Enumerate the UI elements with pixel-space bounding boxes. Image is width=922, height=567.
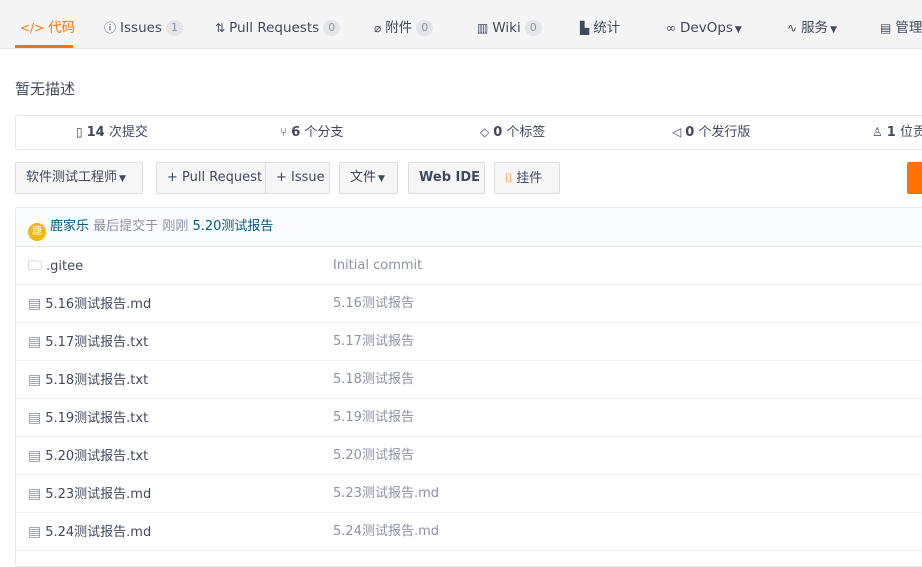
caret-down-icon: ▼ [830, 25, 837, 35]
tab-attachments[interactable]: ⌀ 附件 0 [374, 0, 434, 48]
caret-down-icon: ▼ [378, 174, 385, 184]
paperclip-icon: ⌀ [374, 21, 382, 35]
file-row: ▤ 5.24测试报告.md 5.24测试报告.md [16, 513, 922, 551]
tag-icon: ◇ [480, 125, 490, 139]
file-row: ▤ 5.18测试报告.txt 5.18测试报告 [16, 361, 922, 399]
file-icon: ▤ [28, 296, 42, 312]
file-row: ▤ 5.23测试报告.md 5.23测试报告.md [16, 475, 922, 513]
tab-services[interactable]: ∿ 服务 ▼ [787, 0, 837, 48]
file-menu-button[interactable]: 文件 ▼ [339, 162, 398, 194]
file-commit-message[interactable]: 5.18测试报告 [333, 361, 414, 399]
infinity-icon: ∞ [666, 21, 676, 35]
book-icon: ▥ [477, 21, 489, 35]
pulse-icon: ∿ [787, 21, 798, 35]
file-commit-message[interactable]: 5.20测试报告 [333, 437, 414, 475]
file-icon: ▤ [28, 448, 42, 464]
file-name-link[interactable]: ▤ 5.18测试报告.txt [28, 361, 148, 400]
file-row: ▤ 5.20测试报告.txt 5.20测试报告 [16, 437, 922, 475]
stat-tags[interactable]: ◇ 0 个标签 [480, 116, 545, 149]
tab-stats[interactable]: ▙ 统计 [580, 0, 620, 48]
pull-request-icon: ⇅ [215, 21, 226, 35]
tab-pull-requests[interactable]: ⇅ Pull Requests 0 [215, 0, 341, 48]
code-icon: </> [20, 21, 45, 35]
settings-doc-icon: ▤ [880, 21, 892, 35]
send-icon: ◁ [672, 125, 682, 139]
file-name-link[interactable]: ▤ 5.20测试报告.txt [28, 437, 148, 476]
file-commit-message[interactable]: 5.24测试报告.md [333, 513, 439, 551]
tab-devops[interactable]: ∞ DevOps ▼ [666, 0, 742, 48]
bookmark-icon: ⌷ [505, 171, 513, 185]
widget-button[interactable]: ⌷ 挂件 [494, 162, 560, 194]
file-list: 鹿鹿家乐 最后提交于 刚刚 5.20测试报告 🗀 .gitee Initial co… [15, 207, 922, 567]
clone-download-button[interactable] [907, 162, 922, 194]
branch-select[interactable]: 软件测试工程师 ▼ [15, 162, 143, 194]
tab-code[interactable]: </> 代码 [15, 0, 75, 48]
pr-count-badge: 0 [323, 20, 341, 36]
attachments-count-badge: 0 [416, 20, 434, 36]
file-name-link[interactable]: 🗀 .gitee [28, 247, 83, 286]
branch-icon: ⑂ [280, 125, 288, 139]
file-name-link[interactable]: ▤ 5.19测试报告.txt [28, 399, 148, 438]
last-commit-bar: 鹿鹿家乐 最后提交于 刚刚 5.20测试报告 [16, 208, 922, 247]
issues-count-badge: 1 [165, 20, 183, 36]
commit-icon: ▯ [76, 125, 83, 139]
tab-issues[interactable]: ⓘ Issues 1 [104, 0, 183, 48]
tab-manage[interactable]: ▤ 管理 [880, 0, 922, 48]
wiki-count-badge: 0 [524, 20, 542, 36]
file-name-link[interactable]: ▤ 5.23测试报告.md [28, 475, 151, 514]
stat-contributors[interactable]: ♙1 位贡献者 [872, 116, 922, 149]
tab-wiki[interactable]: ▥ Wiki 0 [477, 0, 542, 48]
repo-description: 暂无描述 [15, 80, 76, 98]
file-icon: ▤ [28, 334, 42, 350]
issue-icon: ⓘ [104, 21, 117, 35]
file-commit-message[interactable]: 5.19测试报告 [333, 399, 414, 437]
file-commit-message[interactable]: Initial commit [333, 247, 422, 285]
stat-releases[interactable]: ◁ 0 个发行版 [672, 116, 750, 149]
file-commit-message[interactable]: 5.17测试报告 [333, 323, 414, 361]
caret-down-icon: ▼ [119, 174, 126, 184]
file-name-link[interactable]: ▤ 5.16测试报告.md [28, 285, 151, 324]
web-ide-button[interactable]: Web IDE [408, 162, 485, 194]
file-row: ▤ 5.17测试报告.txt 5.17测试报告 [16, 323, 922, 361]
users-icon: ♙ [872, 125, 883, 139]
folder-icon: 🗀 [28, 258, 42, 274]
chart-icon: ▙ [580, 21, 590, 35]
new-pull-request-button[interactable]: + Pull Request [156, 162, 266, 194]
commit-author[interactable]: 鹿家乐 [50, 219, 89, 234]
repo-tabs: </> 代码 ⓘ Issues 1 ⇅ Pull Requests 0 ⌀ 附件 0 ▥ Wik… [0, 0, 922, 49]
file-icon: ▤ [28, 524, 42, 540]
new-issue-button[interactable]: + Issue [265, 162, 330, 194]
file-row: ▤ 5.16测试报告.md 5.16测试报告 [16, 285, 922, 323]
stat-commits[interactable]: ▯ 14 次提交 [76, 116, 148, 149]
file-name-link[interactable]: ▤ 5.24测试报告.md [28, 513, 151, 552]
file-row: 🗀 .gitee Initial commit [16, 247, 922, 285]
file-icon: ▤ [28, 372, 42, 388]
caret-down-icon: ▼ [734, 25, 742, 35]
commit-message-link[interactable]: 5.20测试报告 [192, 219, 273, 234]
file-commit-message[interactable]: 5.23测试报告.md [333, 475, 439, 513]
file-row: ▤ 5.19测试报告.txt 5.19测试报告 [16, 399, 922, 437]
file-commit-message[interactable]: 5.16测试报告 [333, 285, 414, 323]
repo-stats: ▯14 次提交 ⑂6 个分支 ◇0 个标签 ◁0 个发行版 ♙1 位贡献者 [15, 115, 922, 150]
file-name-link[interactable]: ▤ 5.17测试报告.txt [28, 323, 148, 362]
stat-branches[interactable]: ⑂ 6 个分支 [280, 116, 343, 149]
avatar[interactable]: 鹿 [28, 223, 46, 241]
file-icon: ▤ [28, 410, 42, 426]
file-icon: ▤ [28, 486, 42, 502]
